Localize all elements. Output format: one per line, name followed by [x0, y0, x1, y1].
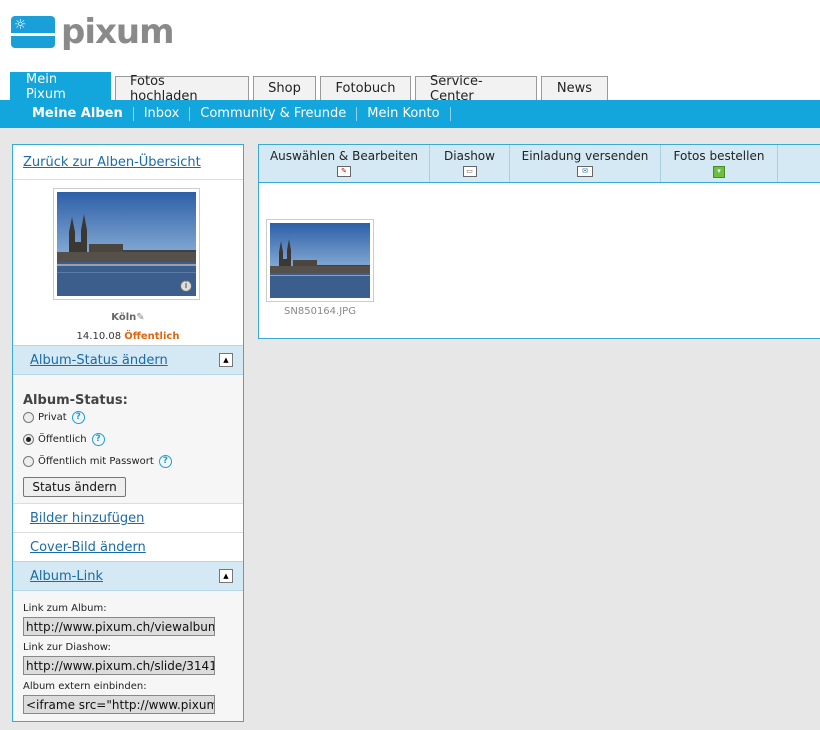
sub-navigation: Meine Alben Inbox Community & Freunde Me… [0, 100, 820, 128]
album-sidebar: Zurück zur Alben-Übersicht i Köln✎ 14.10… [12, 144, 244, 722]
back-to-albums-link[interactable]: Zurück zur Alben-Übersicht [13, 145, 243, 180]
album-toolbar: Auswählen & Bearbeiten ✎ Diashow ▭ Einla… [259, 145, 820, 183]
album-status-link[interactable]: Album-Status ändern [30, 353, 168, 368]
slideshow-link-field[interactable]: http://www.pixum.ch/slide/314146 [23, 656, 215, 675]
main-tabs: Mein Pixum Fotos hochladen Shop Fotobuch… [10, 72, 612, 104]
album-content-panel: Auswählen & Bearbeiten ✎ Diashow ▭ Einla… [258, 144, 820, 339]
album-link-label: Link zum Album: [23, 603, 107, 614]
album-name-text: Köln [111, 312, 137, 323]
embed-code-field[interactable]: <iframe src="http://www.pixum.de [23, 695, 215, 714]
album-date: 14.10.08 [76, 331, 122, 342]
change-cover-row: Cover-Bild ändern [13, 532, 243, 561]
photo-filename: SN850164.JPG [284, 306, 356, 317]
order-photos-label: Fotos bestellen [673, 149, 765, 163]
slideshow-link-label: Link zur Diashow: [23, 642, 111, 653]
radio-public-label: Öffentlich [38, 434, 87, 445]
subnav-mein-konto[interactable]: Mein Konto [357, 107, 451, 121]
status-option-password[interactable]: Öffentlich mit Passwort ? [23, 455, 172, 468]
status-option-private[interactable]: Privat ? [23, 411, 85, 424]
embed-label: Album extern einbinden: [23, 681, 147, 692]
radio-private[interactable] [23, 412, 34, 423]
radio-private-label: Privat [38, 412, 67, 423]
help-icon[interactable]: ? [91, 433, 105, 446]
send-invitation-button[interactable]: Einladung versenden ✉ [510, 145, 661, 182]
subnav-meine-alben[interactable]: Meine Alben [22, 107, 134, 121]
tab-mein-pixum[interactable]: Mein Pixum [10, 72, 111, 102]
slideshow-button[interactable]: Diashow ▭ [430, 145, 510, 182]
subnav-community[interactable]: Community & Freunde [190, 107, 358, 121]
help-icon[interactable]: ? [71, 411, 85, 424]
album-meta: 14.10.08 Öffentlich [13, 331, 243, 342]
pixum-logo[interactable]: ☼ pixum [11, 12, 175, 52]
dropdown-icon: ▾ [713, 166, 725, 178]
radio-public[interactable] [23, 434, 34, 445]
logo-text: pixum [61, 12, 175, 52]
collapse-up-icon[interactable]: ▲ [219, 569, 233, 583]
album-status-label: Album-Status: [23, 393, 128, 408]
album-link-panel: Link zum Album: http://www.pixum.ch/view… [13, 591, 243, 721]
slideshow-label: Diashow [444, 149, 495, 163]
collapse-up-icon[interactable]: ▲ [219, 353, 233, 367]
send-invitation-label: Einladung versenden [521, 149, 649, 163]
edit-icon: ✎ [337, 166, 351, 177]
photo-thumbnail[interactable] [266, 219, 374, 302]
album-status-header: Album-Status ändern ▲ [13, 345, 243, 375]
envelope-icon: ✉ [577, 166, 593, 177]
photo-thumbnail-image [270, 223, 370, 298]
album-link-toggle-link[interactable]: Album-Link [30, 569, 103, 584]
album-title: Köln✎ [13, 312, 243, 323]
select-edit-label: Auswählen & Bearbeiten [269, 149, 419, 163]
tab-service-center[interactable]: Service-Center [415, 74, 537, 104]
subnav-inbox[interactable]: Inbox [134, 107, 191, 121]
info-icon[interactable]: i [180, 280, 192, 292]
change-status-button[interactable]: Status ändern [23, 477, 126, 497]
tab-fotos-hochladen[interactable]: Fotos hochladen [115, 74, 249, 104]
slideshow-icon: ▭ [462, 166, 477, 177]
tab-news[interactable]: News [541, 76, 608, 100]
tab-shop[interactable]: Shop [253, 76, 316, 100]
radio-password-label: Öffentlich mit Passwort [38, 456, 154, 467]
add-images-row: Bilder hinzufügen [13, 503, 243, 532]
album-link-field[interactable]: http://www.pixum.ch/viewalbum/i [23, 617, 215, 636]
album-cover[interactable]: i [53, 188, 200, 300]
change-cover-link[interactable]: Cover-Bild ändern [30, 540, 146, 555]
album-status-panel: Album-Status: Privat ? Öffentlich ? Öffe… [13, 375, 243, 503]
album-cover-image: i [57, 192, 196, 296]
select-edit-button[interactable]: Auswählen & Bearbeiten ✎ [259, 145, 430, 182]
tab-fotobuch[interactable]: Fotobuch [320, 76, 411, 100]
pencil-icon[interactable]: ✎ [136, 312, 144, 323]
radio-password[interactable] [23, 456, 34, 467]
order-photos-button[interactable]: Fotos bestellen ▾ [661, 145, 778, 182]
help-icon[interactable]: ? [158, 455, 172, 468]
status-option-public[interactable]: Öffentlich ? [23, 433, 105, 446]
logo-icon: ☼ [11, 16, 55, 48]
album-status-badge: Öffentlich [124, 331, 180, 342]
add-images-link[interactable]: Bilder hinzufügen [30, 511, 144, 526]
album-link-header: Album-Link ▲ [13, 561, 243, 591]
